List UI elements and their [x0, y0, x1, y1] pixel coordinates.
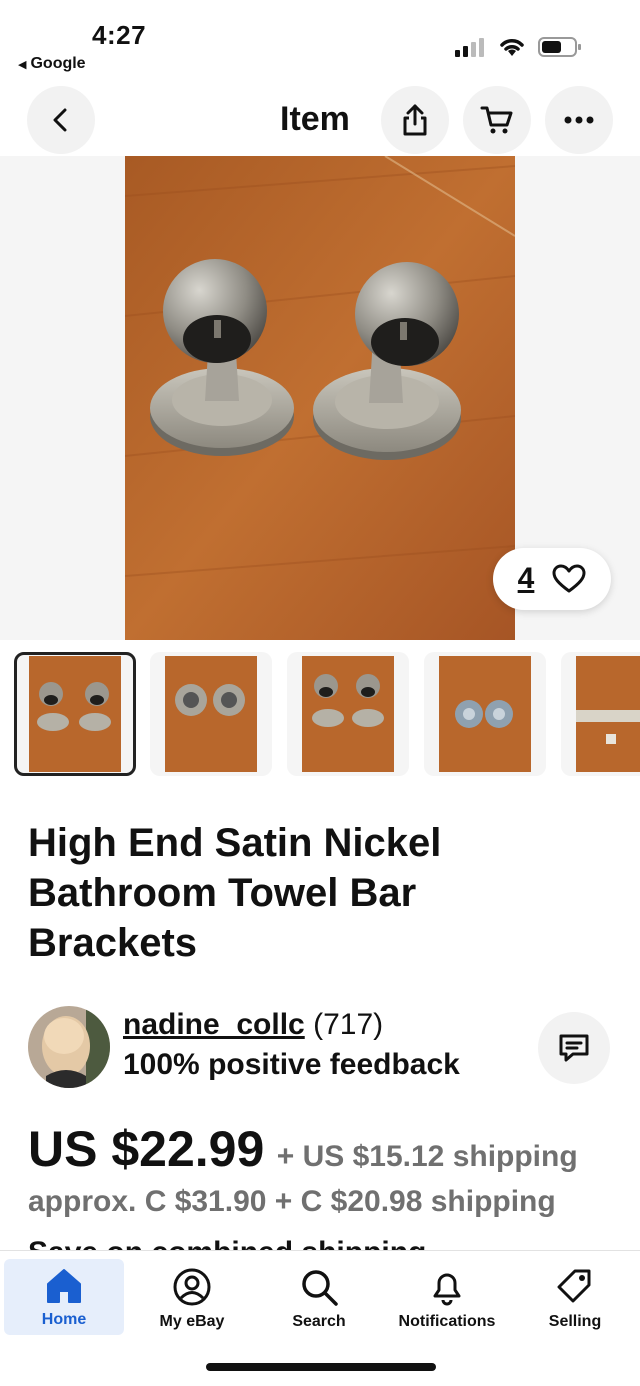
- tab-my-ebay[interactable]: My eBay: [132, 1259, 252, 1335]
- thumbnail-2[interactable]: [150, 652, 272, 776]
- more-options-button[interactable]: [545, 86, 613, 154]
- battery-icon: [538, 37, 581, 57]
- search-icon: [302, 1270, 338, 1306]
- tab-label: Home: [41, 1311, 87, 1328]
- thumbnail-5[interactable]: [561, 652, 640, 776]
- item-header: Item: [0, 86, 640, 156]
- thumbnail-1[interactable]: [14, 652, 136, 776]
- more-horizontal-icon: [564, 116, 594, 124]
- thumbnail-4[interactable]: [424, 652, 546, 776]
- tab-selling[interactable]: Selling: [515, 1259, 635, 1335]
- status-icons: [454, 36, 582, 58]
- tab-label: Selling: [548, 1313, 602, 1330]
- tab-label: Search: [292, 1313, 346, 1330]
- tab-notifications[interactable]: Notifications: [387, 1259, 507, 1335]
- seller-feedback: 100% positive feedback: [123, 1048, 460, 1081]
- approx-price: approx. C $31.90 + C $20.98 shipping: [28, 1185, 556, 1218]
- back-button[interactable]: [27, 86, 95, 154]
- chevron-left-icon: [53, 108, 67, 132]
- thumbnail-strip[interactable]: [0, 652, 640, 778]
- cart-icon: [480, 106, 513, 134]
- thumbnail-image: [29, 656, 121, 772]
- product-photo[interactable]: [125, 156, 515, 640]
- page-title: Item: [280, 100, 350, 138]
- tab-label: Notifications: [398, 1313, 496, 1330]
- seller-rating-count: (717): [313, 1008, 384, 1041]
- back-app-label: Google: [30, 55, 86, 72]
- back-to-app-link[interactable]: ◀ Google: [18, 55, 86, 73]
- tab-label: My eBay: [159, 1313, 225, 1330]
- seller-name-link[interactable]: nadine_collc: [123, 1008, 305, 1041]
- thumbnail-3[interactable]: [287, 652, 409, 776]
- tag-icon: [557, 1269, 591, 1303]
- bell-icon: [433, 1273, 461, 1306]
- wifi-icon: [500, 39, 524, 56]
- watchlist-button[interactable]: 4: [493, 548, 611, 610]
- heart-icon: [552, 564, 586, 593]
- price-line: US $22.99 + US $15.12 shipping: [28, 1120, 628, 1178]
- shipping-cost: + US $15.12 shipping: [276, 1140, 578, 1173]
- tab-home[interactable]: Home: [4, 1259, 124, 1335]
- message-icon: [559, 1034, 589, 1062]
- seller-name-line: nadine_collc (717): [123, 1008, 383, 1042]
- item-price: US $22.99: [28, 1121, 265, 1177]
- avatar-image: [28, 1006, 110, 1088]
- thumbnail-image: [165, 656, 257, 772]
- thumbnail-image: [439, 656, 531, 772]
- status-bar: 4:27 ◀ Google: [0, 0, 640, 80]
- product-photo-illustration: [125, 156, 515, 640]
- watch-count: 4: [517, 562, 535, 595]
- bottom-tab-bar: Home My eBay Search Notifications Sellin…: [0, 1250, 640, 1386]
- user-icon: [173, 1268, 211, 1306]
- item-title: High End Satin Nickel Bathroom Towel Bar…: [28, 821, 442, 965]
- tab-search[interactable]: Search: [259, 1259, 379, 1335]
- status-time: 4:27: [92, 20, 147, 50]
- home-indicator: [206, 1363, 436, 1371]
- seller-avatar[interactable]: [28, 1006, 110, 1088]
- cart-button[interactable]: [463, 86, 531, 154]
- contact-seller-button[interactable]: [538, 1012, 610, 1084]
- seller-info: nadine_collc (717) 100% positive feedbac…: [28, 1004, 618, 1090]
- cellular-signal-icon: [455, 38, 484, 57]
- home-icon: [47, 1269, 81, 1303]
- thumbnail-image: [576, 656, 640, 772]
- thumbnail-image: [302, 656, 394, 772]
- back-triangle-icon: ◀: [18, 58, 27, 71]
- share-icon: [403, 104, 427, 136]
- share-button[interactable]: [381, 86, 449, 154]
